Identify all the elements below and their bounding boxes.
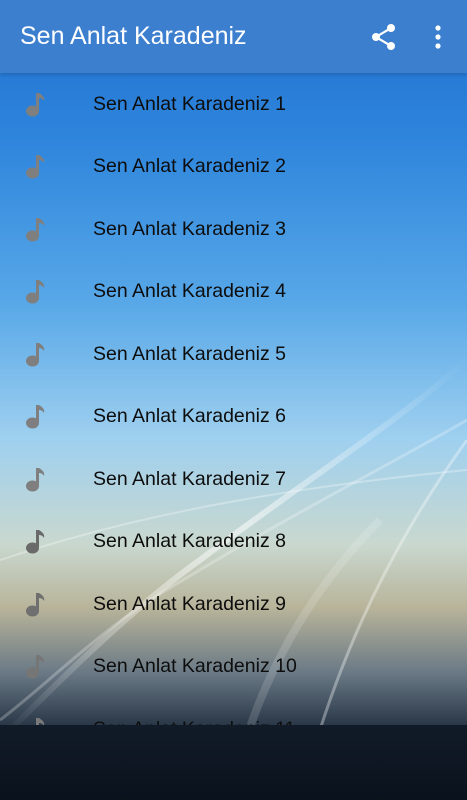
more-vert-icon bbox=[435, 25, 441, 49]
more-options-button[interactable] bbox=[426, 22, 450, 52]
list-item[interactable]: Sen Anlat Karadeniz 10 bbox=[0, 635, 467, 697]
list-item[interactable]: Sen Anlat Karadeniz 7 bbox=[0, 448, 467, 510]
music-note-icon bbox=[26, 593, 45, 617]
app-title: Sen Anlat Karadeniz bbox=[20, 22, 247, 50]
list-item[interactable]: Sen Anlat Karadeniz 2 bbox=[0, 135, 467, 197]
app-screen: Sen Anlat Karadeniz Sen Anlat Karadeniz … bbox=[0, 0, 467, 800]
music-note-icon bbox=[26, 468, 45, 492]
list-item-label: Sen Anlat Karadeniz 6 bbox=[93, 405, 286, 427]
music-note-icon bbox=[26, 343, 45, 367]
list-item[interactable]: Sen Anlat Karadeniz 1 bbox=[0, 73, 467, 135]
app-bar: Sen Anlat Karadeniz bbox=[0, 0, 467, 73]
list-item-label: Sen Anlat Karadeniz 7 bbox=[93, 468, 286, 490]
list-item[interactable]: Sen Anlat Karadeniz 4 bbox=[0, 260, 467, 322]
list-item[interactable]: Sen Anlat Karadeniz 6 bbox=[0, 385, 467, 447]
list-item[interactable]: Sen Anlat Karadeniz 9 bbox=[0, 573, 467, 635]
share-icon bbox=[372, 24, 395, 50]
share-button[interactable] bbox=[369, 22, 399, 52]
bottom-ad-area bbox=[0, 725, 467, 800]
music-note-icon bbox=[36, 718, 45, 725]
list-item-label: Sen Anlat Karadeniz 8 bbox=[93, 530, 286, 552]
music-note-icon bbox=[26, 280, 45, 304]
music-note-icon bbox=[26, 530, 45, 554]
list-item-label: Sen Anlat Karadeniz 11 bbox=[93, 698, 295, 725]
list-item[interactable]: Sen Anlat Karadeniz 11 bbox=[0, 698, 467, 725]
music-note-icon bbox=[26, 405, 45, 429]
list-item-label: Sen Anlat Karadeniz 3 bbox=[93, 218, 286, 240]
list-item[interactable]: Sen Anlat Karadeniz 5 bbox=[0, 323, 467, 385]
list-item-label: Sen Anlat Karadeniz 9 bbox=[93, 593, 286, 615]
list-item-label: Sen Anlat Karadeniz 1 bbox=[93, 93, 286, 115]
list-item-label: Sen Anlat Karadeniz 4 bbox=[93, 280, 286, 302]
list-item-label: Sen Anlat Karadeniz 2 bbox=[93, 155, 286, 177]
music-note-icon bbox=[26, 218, 45, 242]
music-note-icon bbox=[26, 655, 45, 679]
list-item[interactable]: Sen Anlat Karadeniz 3 bbox=[0, 198, 467, 260]
music-note-icon bbox=[26, 93, 45, 117]
music-note-icon bbox=[26, 155, 45, 179]
list-item-label: Sen Anlat Karadeniz 5 bbox=[93, 343, 286, 365]
list-item-label: Sen Anlat Karadeniz 10 bbox=[93, 655, 297, 677]
list-item[interactable]: Sen Anlat Karadeniz 8 bbox=[0, 510, 467, 572]
song-list: Sen Anlat Karadeniz 1 Sen Anlat Karadeni… bbox=[0, 73, 467, 725]
